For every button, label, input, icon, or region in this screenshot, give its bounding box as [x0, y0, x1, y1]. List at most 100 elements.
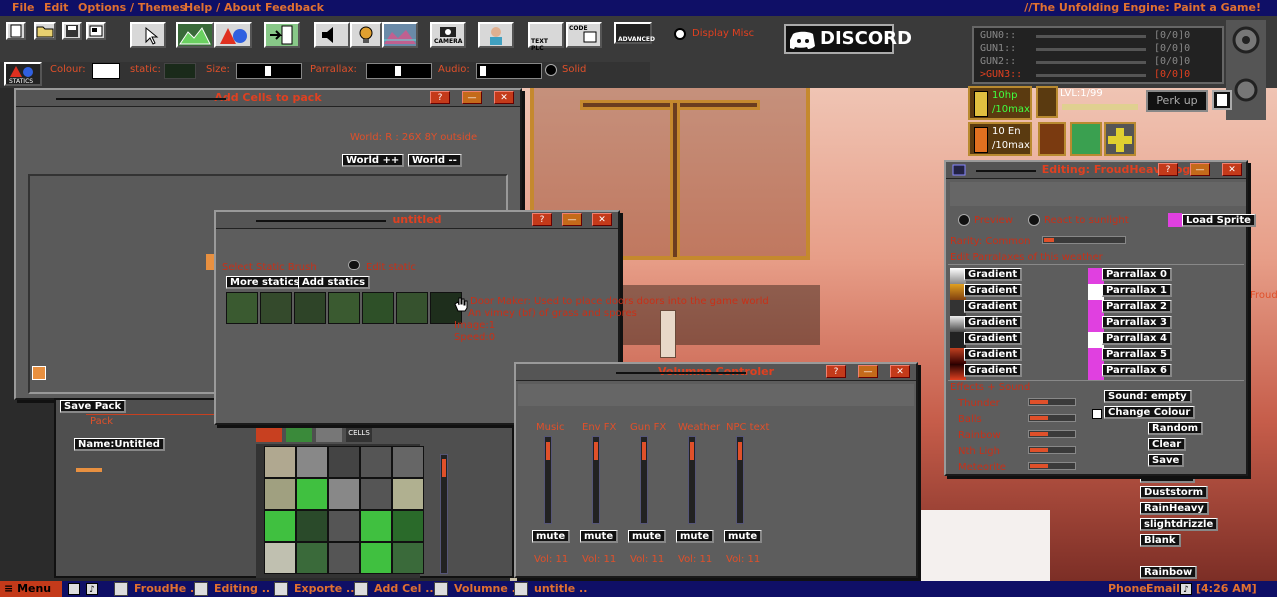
weather-item-blank[interactable]: Blank — [1140, 534, 1181, 547]
camera-tool-button[interactable]: CAMERA — [430, 22, 466, 48]
pack-tile[interactable] — [264, 510, 296, 542]
gradient-button-3[interactable]: Gradient — [964, 316, 1023, 329]
pack-tile[interactable] — [296, 446, 328, 478]
mute-weather-button[interactable]: mute — [676, 530, 715, 543]
add-statics-button[interactable]: Add statics — [298, 276, 371, 289]
editing-minimize-button[interactable]: — — [1190, 163, 1210, 176]
untitled-titlebar[interactable]: untitled — [216, 212, 618, 229]
advanced-button[interactable]: ADVANCED — [614, 22, 655, 44]
export-button[interactable] — [86, 22, 106, 40]
weather-item-duststorm[interactable]: Duststorm — [1140, 486, 1209, 499]
background-tool-button[interactable] — [382, 22, 418, 48]
effect-balls-slider[interactable] — [1028, 414, 1076, 422]
statics-tool-button[interactable] — [214, 22, 252, 48]
untitled-help-button[interactable]: ? — [532, 213, 552, 226]
start-menu-button[interactable]: ≡ Menu — [0, 581, 62, 597]
volume-slider-npc-text[interactable] — [736, 436, 744, 524]
sound-empty-button[interactable]: Sound: empty — [1104, 390, 1192, 403]
inventory-slot-1[interactable] — [1038, 122, 1066, 156]
mute-npc-text-button[interactable]: mute — [724, 530, 763, 543]
audio-slider-thumb[interactable] — [480, 66, 486, 76]
weather-item-slightdrizzle[interactable]: slightdrizzle — [1140, 518, 1219, 531]
document-button[interactable] — [1212, 90, 1232, 110]
task-untitled[interactable]: untitle .. — [514, 582, 587, 596]
text-place-button[interactable]: TEXT PLC — [528, 22, 564, 52]
world-cursor[interactable] — [32, 366, 46, 380]
static-tile[interactable] — [328, 292, 360, 324]
world-plus-button[interactable]: World ++ — [342, 154, 405, 167]
parallax-button-4[interactable]: Parrallax 4 — [1102, 332, 1172, 345]
save-button[interactable] — [62, 22, 82, 40]
edit-static-radio[interactable] — [348, 260, 360, 270]
perk-up-button[interactable]: Perk up — [1146, 90, 1208, 112]
volume-slider-music[interactable] — [544, 436, 552, 524]
select-tool-button[interactable] — [130, 22, 166, 48]
email-link[interactable]: Email — [1146, 582, 1180, 596]
world-marker[interactable] — [206, 254, 214, 270]
statics-mode-button[interactable]: STATICS — [4, 62, 42, 86]
parallax-button-2[interactable]: Parrallax 2 — [1102, 300, 1172, 313]
rarity-slider[interactable] — [1042, 236, 1126, 244]
static-tile[interactable] — [294, 292, 326, 324]
volume-titlebar[interactable]: Volumne Controler — [516, 364, 916, 381]
menu-help-about[interactable]: Help / About — [184, 1, 261, 14]
pack-tools-tab[interactable] — [316, 424, 342, 442]
gradient-button-1[interactable]: Gradient — [964, 284, 1023, 297]
gradient-button-0[interactable]: Gradient — [964, 268, 1023, 281]
effect-rainbow-slider[interactable] — [1028, 430, 1076, 438]
preview-radio[interactable] — [958, 214, 970, 226]
pack-scrollbar[interactable] — [440, 454, 448, 574]
pack-tile[interactable] — [264, 478, 296, 510]
pack-tile[interactable] — [392, 478, 424, 510]
pack-terrain-tab[interactable] — [286, 424, 312, 442]
change-colour-button[interactable]: Change Colour — [1104, 406, 1196, 419]
pack-tile[interactable] — [296, 510, 328, 542]
static-tile[interactable] — [362, 292, 394, 324]
task-volume[interactable]: Volumne .. — [434, 582, 520, 596]
volume-close-button[interactable]: ✕ — [890, 365, 910, 378]
static-preview[interactable] — [164, 63, 196, 79]
menu-options-themes[interactable]: Options / Themes — [78, 1, 186, 14]
task-editing[interactable]: Editing .. — [194, 582, 270, 596]
pack-tile[interactable] — [328, 446, 360, 478]
add-cells-minimize-button[interactable]: — — [462, 91, 482, 104]
effect-thunder-slider[interactable] — [1028, 398, 1076, 406]
open-folder-button[interactable] — [34, 22, 56, 40]
clear-button[interactable]: Clear — [1148, 438, 1187, 451]
inventory-slot-3[interactable] — [1104, 122, 1136, 156]
weather-item-rainheavy[interactable]: RainHeavy — [1140, 502, 1209, 515]
volume-help-button[interactable]: ? — [826, 365, 846, 378]
weather-item-rainbow[interactable]: Rainbow — [1140, 566, 1198, 579]
effect-meteorite-slider[interactable] — [1028, 462, 1076, 470]
random-button[interactable]: Random — [1148, 422, 1204, 435]
new-file-button[interactable] — [6, 22, 26, 40]
gradient-button-5[interactable]: Gradient — [964, 348, 1023, 361]
pack-tile-grid[interactable] — [256, 444, 424, 578]
display-misc-radio[interactable] — [674, 28, 686, 40]
untitled-close-button[interactable]: ✕ — [592, 213, 612, 226]
menu-feedback[interactable]: Feedback — [265, 1, 324, 14]
pack-tile[interactable] — [392, 510, 424, 542]
editing-close-button[interactable]: ✕ — [1222, 163, 1242, 176]
size-slider-thumb[interactable] — [265, 66, 271, 76]
inventory-slot-2[interactable] — [1070, 122, 1102, 156]
pack-tile[interactable] — [328, 510, 360, 542]
tray-music-icon[interactable]: ♪ — [1180, 583, 1192, 595]
discord-button[interactable]: DISCORD — [784, 24, 912, 54]
colour-swatch[interactable] — [92, 63, 120, 79]
pack-tile[interactable] — [296, 478, 328, 510]
pack-statics-tab[interactable] — [256, 424, 282, 442]
static-tile[interactable] — [396, 292, 428, 324]
phone-link[interactable]: Phone — [1108, 582, 1147, 596]
volume-slider-gun-fx[interactable] — [640, 436, 648, 524]
sound-tool-button[interactable] — [314, 22, 350, 48]
task-froudheavy[interactable]: FroudHe .. — [114, 582, 198, 596]
pack-tile[interactable] — [360, 510, 392, 542]
parallax-button-1[interactable]: Parrallax 1 — [1102, 284, 1172, 297]
parrallax-slider-thumb[interactable] — [395, 66, 401, 76]
static-tile[interactable] — [226, 292, 258, 324]
pack-tile[interactable] — [328, 478, 360, 510]
gradient-button-4[interactable]: Gradient — [964, 332, 1023, 345]
quicklaunch-music-icon[interactable]: ♪ — [86, 583, 98, 595]
save-weather-button[interactable]: Save — [1148, 454, 1185, 467]
